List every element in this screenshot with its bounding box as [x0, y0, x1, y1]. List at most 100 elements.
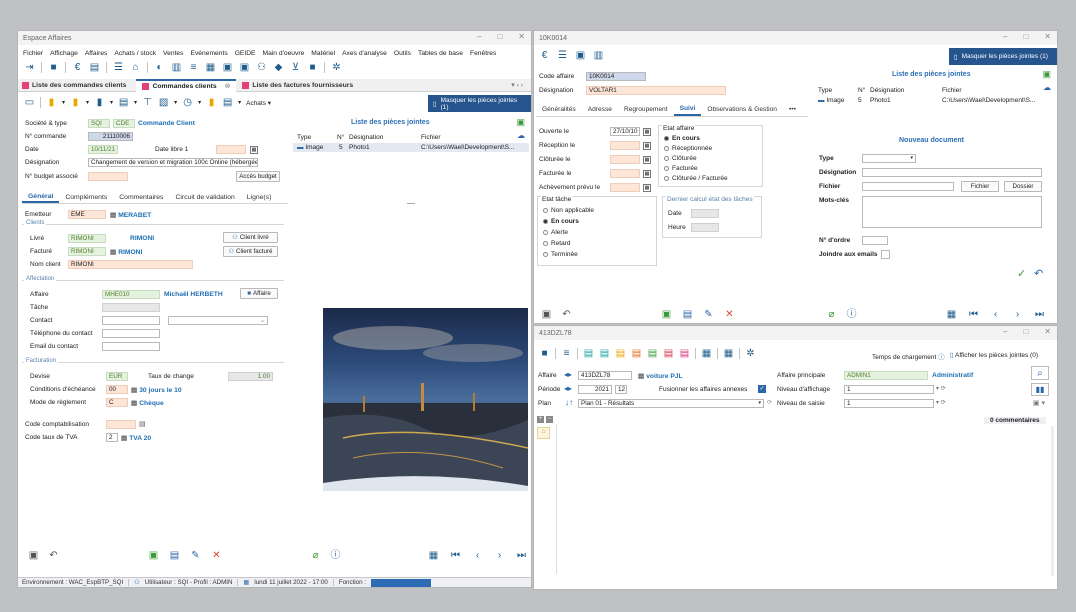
search-icon[interactable]: ⌕: [1031, 366, 1049, 380]
copy-icon[interactable]: ▤: [682, 309, 693, 320]
delete-icon[interactable]: ✕: [724, 309, 735, 320]
yellow-table-icon[interactable]: ▤: [615, 348, 626, 359]
edit-icon[interactable]: ✎: [190, 550, 201, 561]
briefcase-icon[interactable]: ■: [539, 348, 550, 359]
gear-icon[interactable]: ✲: [331, 62, 342, 73]
cart-icon[interactable]: ⊻: [290, 62, 301, 73]
new-doc-icon[interactable]: ▮: [46, 97, 57, 108]
cloud-icon[interactable]: ☁: [517, 131, 525, 140]
code-affaire-field[interactable]: 10K0014: [586, 72, 646, 81]
type-field[interactable]: CDE: [113, 119, 135, 128]
type-link[interactable]: Commande Client: [138, 120, 195, 127]
red-table-icon[interactable]: ▤: [663, 348, 674, 359]
mode-link[interactable]: ▤ Chèque: [131, 399, 164, 407]
niveau-aff-select[interactable]: 1: [844, 385, 934, 394]
minimize-icon[interactable]: –: [1003, 327, 1007, 336]
tab-suivi[interactable]: Suivi: [673, 103, 702, 116]
table-row[interactable]: ▬ Image 5 Photo1 C:\Users\Wael\Developme…: [814, 96, 1054, 105]
tab-scroll-icon[interactable]: ▾ ‹ ›: [511, 81, 523, 89]
nom-client-field[interactable]: RIMONI: [68, 260, 193, 269]
fonction-box[interactable]: [371, 578, 431, 587]
close-icon[interactable]: ✕: [1044, 327, 1051, 336]
save-icon[interactable]: ▣: [28, 550, 39, 561]
validate-icon[interactable]: ✓: [1017, 267, 1026, 280]
radio-retard[interactable]: Retard: [543, 240, 571, 247]
achats-menu[interactable]: Achats ▾: [246, 99, 271, 107]
cond-link[interactable]: ▤ 30 jours le 10: [131, 386, 182, 394]
ordre-input[interactable]: [862, 236, 888, 245]
email-field[interactable]: [102, 342, 160, 351]
calendar-icon[interactable]: ▦: [250, 146, 258, 154]
radio-terminee[interactable]: Terminée: [543, 251, 578, 258]
table-row[interactable]: ▬ Image 5 Photo1 C:\Users\Wael\Developme…: [293, 143, 529, 152]
designation-field[interactable]: Changement de version et migration 100c …: [88, 158, 258, 167]
tab-liste-factures[interactable]: Liste des factures fournisseurs: [236, 81, 359, 89]
arrows-icon[interactable]: ◂▸: [564, 370, 572, 379]
bar-chart-icon[interactable]: ▮▮: [1031, 383, 1049, 396]
calendar-icon[interactable]: ▦: [643, 128, 651, 136]
calendar-icon[interactable]: ▦: [701, 348, 712, 359]
affaire-button[interactable]: ■ Affaire: [240, 288, 278, 299]
euro-icon[interactable]: €: [539, 50, 550, 61]
menu-fichier[interactable]: Fichier: [23, 50, 43, 57]
pink-table-icon[interactable]: ▤: [679, 348, 690, 359]
arrows-icon[interactable]: ◂▸: [564, 384, 572, 393]
dropdown-arrow-icon[interactable]: ▾: [134, 99, 137, 106]
printer-icon[interactable]: ▣: [575, 50, 586, 61]
calendar-icon[interactable]: ▤: [118, 97, 129, 108]
minimize-icon[interactable]: –: [477, 32, 481, 41]
radio-cloturee[interactable]: Clôturée: [664, 155, 697, 162]
livre-link[interactable]: RIMONI: [130, 235, 154, 242]
structure-icon[interactable]: ⊤: [142, 97, 153, 108]
printer-icon[interactable]: ▣: [222, 62, 233, 73]
menu-achats[interactable]: Achats / stock: [114, 50, 156, 57]
tel-field[interactable]: [102, 329, 160, 338]
afficher-pj-button[interactable]: ▯ Afficher les pièces jointes (0): [950, 351, 1038, 359]
orange-table-icon[interactable]: ▤: [631, 348, 642, 359]
tab-circuit[interactable]: Circuit de validation: [169, 191, 240, 203]
radio-tache-en-cours[interactable]: En cours: [543, 218, 579, 225]
budget-field[interactable]: [88, 172, 128, 181]
folder-icon[interactable]: ▮: [70, 97, 81, 108]
list-icon[interactable]: ▤: [139, 420, 146, 428]
num-field[interactable]: 21110006: [88, 132, 133, 141]
menu-affichage[interactable]: Affichage: [50, 50, 78, 57]
mots-cles-input[interactable]: [862, 196, 1042, 228]
contact-field[interactable]: [102, 316, 160, 325]
dropdown-arrow-icon[interactable]: ▾: [62, 99, 65, 106]
menu-affaires[interactable]: Affaires: [85, 50, 108, 57]
dropdown-arrow-icon[interactable]: ▾: [110, 99, 113, 106]
tab-general[interactable]: Général: [22, 191, 60, 203]
emetteur-link[interactable]: ▤ MERABET: [110, 211, 151, 219]
next-icon[interactable]: ›: [494, 550, 505, 561]
facture-link[interactable]: ▤ RIMONI: [110, 248, 142, 256]
gear-icon[interactable]: ✲: [745, 348, 756, 359]
first-icon[interactable]: ⏮: [450, 550, 461, 561]
tab-close-icon[interactable]: ⊗: [225, 82, 231, 90]
panel-icon[interactable]: ▤: [222, 97, 233, 108]
cloturee-field[interactable]: [610, 155, 640, 164]
printer2-icon[interactable]: ▣: [239, 62, 250, 73]
list-icon[interactable]: ☰: [113, 62, 124, 73]
paperclip-icon[interactable]: ⌀: [826, 309, 837, 320]
menu-fenetres[interactable]: Fenêtres: [470, 50, 496, 57]
radio-facturee[interactable]: Facturée: [664, 165, 698, 172]
acces-budget-button[interactable]: Accès budget: [236, 171, 280, 182]
building-icon[interactable]: ⌂: [130, 62, 141, 73]
users-icon[interactable]: ⚇: [256, 62, 267, 73]
sort-arrows-icon[interactable]: ↓↑: [565, 398, 573, 407]
cloud-icon[interactable]: ☁: [1043, 83, 1051, 92]
radio-alerte[interactable]: Alerte: [543, 229, 568, 236]
table-icon[interactable]: ▦: [723, 348, 734, 359]
paperclip-icon[interactable]: ⌀: [310, 550, 321, 561]
exit-icon[interactable]: ⇥: [24, 62, 35, 73]
add-doc-icon[interactable]: ▣: [661, 309, 672, 320]
radio-non-applicable[interactable]: Non applicable: [543, 207, 594, 214]
close-icon[interactable]: ✕: [518, 32, 525, 41]
tab-commentaires[interactable]: Commentaires: [113, 191, 169, 203]
calendar-icon[interactable]: ▦: [643, 142, 651, 150]
teal-list-icon[interactable]: ▤: [599, 348, 610, 359]
folder-icon[interactable]: ■: [307, 62, 318, 73]
fichier-button[interactable]: Fichier: [961, 181, 999, 192]
type-select[interactable]: ▾: [862, 154, 916, 163]
